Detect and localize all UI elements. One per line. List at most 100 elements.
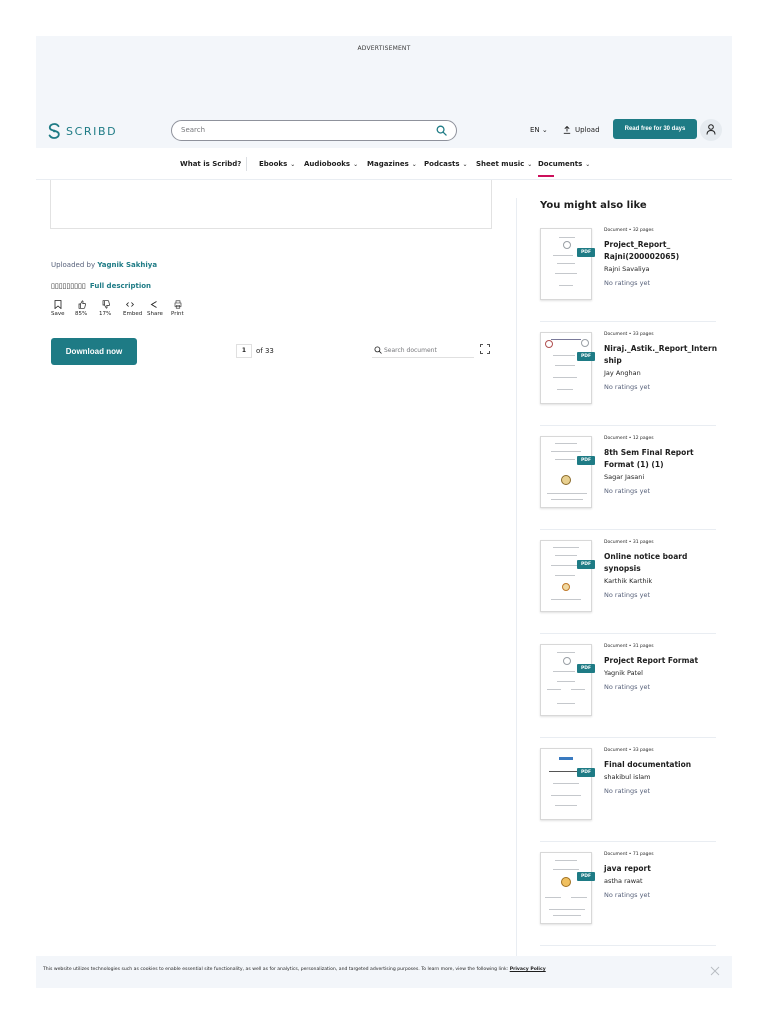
thumbs-up-icon bbox=[78, 300, 86, 309]
site-search-input[interactable]: Search bbox=[171, 120, 457, 141]
page-count: of 33 bbox=[256, 347, 274, 355]
nav-magazines[interactable]: Magazines ⌄ bbox=[367, 160, 417, 168]
document-author: Rajni Savaliya bbox=[604, 265, 650, 273]
upload-label: Upload bbox=[575, 126, 600, 134]
recommendation-item[interactable]: PDF Document • 31 pages Project Report F… bbox=[540, 634, 716, 738]
document-rating: No ratings yet bbox=[604, 683, 651, 691]
pdf-badge: PDF bbox=[577, 768, 595, 777]
search-icon[interactable] bbox=[436, 125, 447, 136]
document-author: astha rawat bbox=[604, 877, 643, 885]
embed-icon bbox=[126, 302, 134, 307]
recommendation-item[interactable]: PDF Document • 71 pages java report asth… bbox=[540, 842, 716, 946]
recommendation-item[interactable]: PDF Document • 32 pages Project_Report_ … bbox=[540, 218, 716, 322]
document-meta: Document • 71 pages bbox=[604, 852, 654, 857]
nav-divider bbox=[246, 157, 247, 171]
document-meta: Document • 33 pages bbox=[604, 748, 654, 753]
document-author: Karthik Karthik bbox=[604, 577, 653, 585]
document-thumbnail bbox=[540, 332, 592, 404]
nav-active-indicator bbox=[538, 175, 554, 177]
download-now-button[interactable]: Download now bbox=[51, 338, 137, 365]
page-navigator: 1 of 33 bbox=[236, 344, 274, 358]
save-button[interactable]: Save bbox=[51, 300, 75, 317]
recommendation-item[interactable]: PDF Document • 33 pages Final documentat… bbox=[540, 738, 716, 842]
user-icon bbox=[706, 124, 716, 135]
nav-sheet-music[interactable]: Sheet music ⌄ bbox=[476, 160, 532, 168]
cookie-text: This website utilizes technologies such … bbox=[43, 967, 546, 972]
category-nav: What is Scribd? Ebooks ⌄ Audiobooks ⌄ Maga… bbox=[36, 148, 732, 180]
bookmark-icon bbox=[54, 300, 62, 309]
pdf-badge: PDF bbox=[577, 248, 595, 257]
document-meta: Document • 32 pages bbox=[604, 228, 654, 233]
page-frame: ADVERTISEMENT SCRIBD Search EN ⌄ Upload … bbox=[36, 36, 732, 988]
page-number-input[interactable]: 1 bbox=[236, 344, 252, 358]
document-author: Sagar Jasani bbox=[604, 473, 645, 481]
recommendation-item[interactable]: PDF Document • 31 pages Online notice bo… bbox=[540, 530, 716, 634]
scribd-logo-icon bbox=[48, 123, 60, 139]
document-title: Niraj._Astik._Report_Internship Jay Angh… bbox=[604, 343, 718, 396]
fullscreen-icon[interactable] bbox=[480, 344, 490, 354]
document-author: shakibul islam bbox=[604, 773, 651, 781]
print-button[interactable]: Print bbox=[171, 300, 195, 317]
recommendation-item[interactable]: PDF Document • 33 pages Niraj._Astik._Re… bbox=[540, 322, 718, 426]
nav-what-is-scribd[interactable]: What is Scribd? bbox=[180, 160, 241, 168]
document-actions: Save 85% 17% Embed Share Print bbox=[51, 300, 195, 317]
read-free-button[interactable]: Read free for 30 days bbox=[613, 119, 697, 139]
document-title-card bbox=[50, 180, 492, 229]
chevron-down-icon: ⌄ bbox=[585, 161, 591, 168]
chevron-down-icon: ⌄ bbox=[290, 161, 296, 168]
uploader-link[interactable]: Yagnik Sakhiya bbox=[97, 261, 157, 269]
scribd-logo[interactable]: SCRIBD bbox=[48, 123, 117, 139]
upload-icon bbox=[563, 126, 571, 134]
dislike-button[interactable]: 17% bbox=[99, 300, 123, 317]
pdf-badge: PDF bbox=[577, 560, 595, 569]
pdf-badge: PDF bbox=[577, 872, 595, 881]
search-icon bbox=[374, 346, 382, 354]
share-button[interactable]: Share bbox=[147, 300, 171, 317]
document-meta: Document • 31 pages bbox=[604, 644, 654, 649]
document-rating: No ratings yet bbox=[604, 891, 651, 899]
document-thumbnail bbox=[540, 228, 592, 300]
site-header: SCRIBD Search EN ⌄ Upload Read free for … bbox=[36, 116, 732, 148]
pdf-badge: PDF bbox=[577, 664, 595, 673]
document-title: Project_Report_ Rajni(200002065) Rajni S… bbox=[604, 239, 718, 292]
document-meta: Document • 33 pages bbox=[604, 332, 654, 337]
chevron-down-icon: ⌄ bbox=[527, 161, 533, 168]
full-description-link[interactable]: Full description bbox=[90, 282, 151, 290]
document-thumbnail bbox=[540, 748, 592, 820]
document-rating: No ratings yet bbox=[604, 383, 651, 391]
sidebar-divider bbox=[516, 198, 517, 988]
document-author: Yagnik Patel bbox=[604, 669, 643, 677]
document-rating: No ratings yet bbox=[604, 591, 651, 599]
chevron-down-icon: ⌄ bbox=[462, 161, 468, 168]
document-thumbnail bbox=[540, 852, 592, 924]
document-search-input[interactable]: Search document bbox=[372, 344, 474, 358]
document-meta: Document • 12 pages bbox=[604, 436, 654, 441]
document-author: Jay Anghan bbox=[604, 369, 641, 377]
description: ▯▯▯▯▯▯▯▯▯ Full description bbox=[51, 282, 151, 290]
recommendations-heading: You might also like bbox=[540, 200, 647, 211]
pdf-badge: PDF bbox=[577, 352, 595, 361]
document-rating: No ratings yet bbox=[604, 787, 651, 795]
upload-button[interactable]: Upload bbox=[563, 126, 600, 134]
user-account-button[interactable] bbox=[700, 119, 722, 141]
like-button[interactable]: 85% bbox=[75, 300, 99, 317]
search-placeholder: Search bbox=[181, 126, 206, 134]
language-selector[interactable]: EN ⌄ bbox=[530, 126, 548, 134]
document-meta: Document • 31 pages bbox=[604, 540, 654, 545]
embed-button[interactable]: Embed bbox=[123, 300, 147, 317]
document-title: 8th Sem Final Report Format (1) (1) Saga… bbox=[604, 447, 718, 500]
nav-podcasts[interactable]: Podcasts ⌄ bbox=[424, 160, 468, 168]
print-icon bbox=[174, 300, 182, 309]
share-icon bbox=[150, 301, 157, 308]
cookie-banner: This website utilizes technologies such … bbox=[36, 956, 732, 988]
nav-audiobooks[interactable]: Audiobooks ⌄ bbox=[304, 160, 358, 168]
document-search-placeholder: Search document bbox=[384, 347, 437, 354]
nav-documents[interactable]: Documents ⌄ bbox=[538, 160, 590, 168]
nav-ebooks[interactable]: Ebooks ⌄ bbox=[259, 160, 295, 168]
chevron-down-icon: ⌄ bbox=[411, 161, 417, 168]
close-icon[interactable] bbox=[710, 966, 720, 976]
pdf-badge: PDF bbox=[577, 456, 595, 465]
document-title: Final documentation shakibul islam No ra… bbox=[604, 759, 718, 800]
recommendation-item[interactable]: PDF Document • 12 pages 8th Sem Final Re… bbox=[540, 426, 716, 530]
privacy-policy-link[interactable]: Privacy Policy bbox=[510, 967, 546, 972]
